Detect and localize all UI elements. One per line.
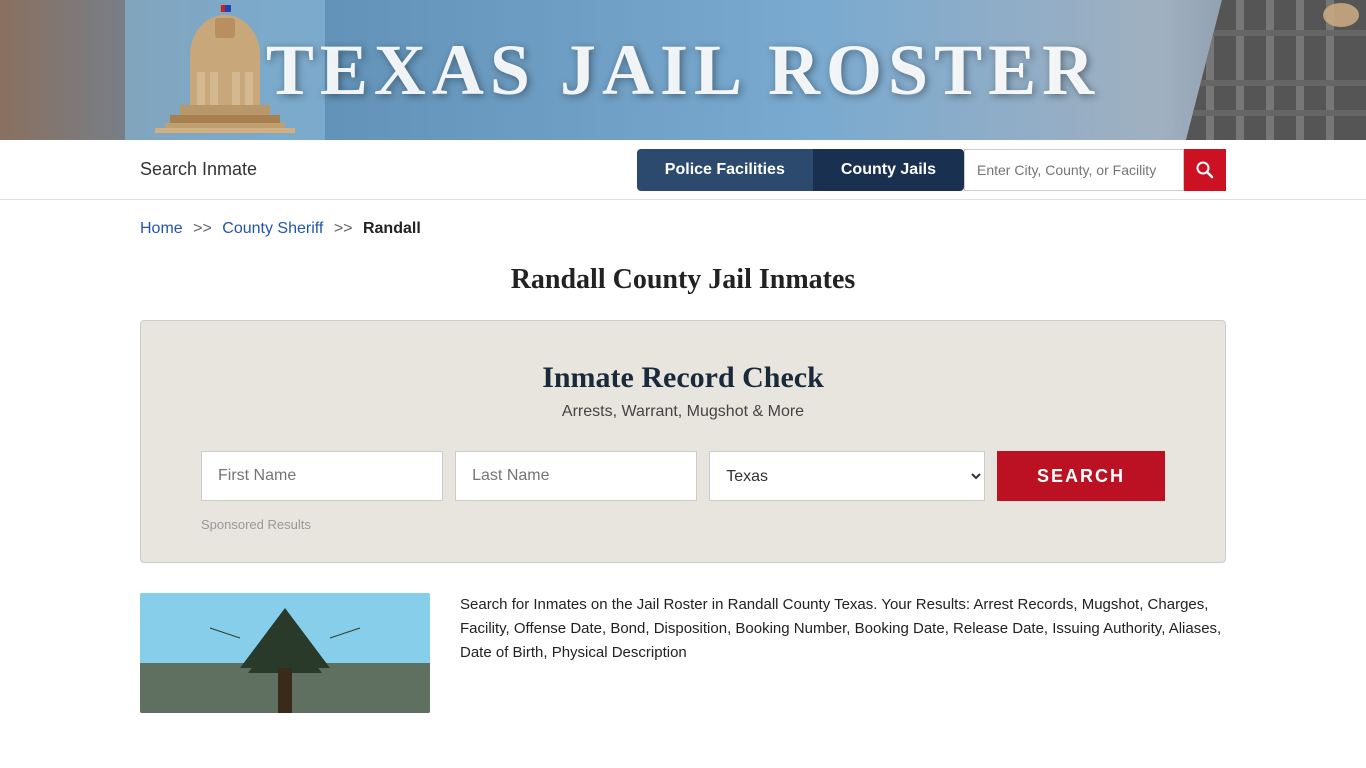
- police-facilities-button[interactable]: Police Facilities: [637, 149, 813, 191]
- state-select[interactable]: AlabamaAlaskaArizonaArkansasCaliforniaCo…: [709, 451, 985, 501]
- bottom-section: Search for Inmates on the Jail Roster in…: [0, 593, 1366, 713]
- nav-bar: Search Inmate Police Facilities County J…: [0, 140, 1366, 200]
- breadcrumb-current: Randall: [363, 220, 421, 237]
- nav-right-section: Police Facilities County Jails: [637, 149, 1226, 191]
- bottom-image: [140, 593, 430, 713]
- record-check-form: AlabamaAlaskaArizonaArkansasCaliforniaCo…: [201, 451, 1165, 501]
- breadcrumb-home-link[interactable]: Home: [140, 220, 183, 237]
- search-icon: [1196, 161, 1214, 179]
- record-check-section: Inmate Record Check Arrests, Warrant, Mu…: [140, 320, 1226, 563]
- header-banner: Texas Jail Roster: [0, 0, 1366, 140]
- sponsored-results-label: Sponsored Results: [201, 517, 1165, 532]
- county-jails-button[interactable]: County Jails: [813, 149, 964, 191]
- record-check-subtitle: Arrests, Warrant, Mugshot & More: [201, 403, 1165, 421]
- search-inmate-label: Search Inmate: [140, 159, 637, 180]
- record-check-title: Inmate Record Check: [201, 361, 1165, 395]
- banner-title: Texas Jail Roster: [266, 29, 1100, 112]
- breadcrumb-separator-2: >>: [334, 220, 353, 237]
- last-name-input[interactable]: [455, 451, 697, 501]
- bottom-description: Search for Inmates on the Jail Roster in…: [460, 593, 1226, 665]
- facility-search-button[interactable]: [1184, 149, 1226, 191]
- first-name-input[interactable]: [201, 451, 443, 501]
- breadcrumb-county-sheriff-link[interactable]: County Sheriff: [222, 220, 323, 237]
- record-search-button[interactable]: SEARCH: [997, 451, 1165, 501]
- facility-search-input[interactable]: [964, 149, 1184, 191]
- breadcrumb-separator-1: >>: [193, 220, 212, 237]
- breadcrumb: Home >> County Sheriff >> Randall: [0, 200, 1366, 248]
- page-title: Randall County Jail Inmates: [0, 248, 1366, 320]
